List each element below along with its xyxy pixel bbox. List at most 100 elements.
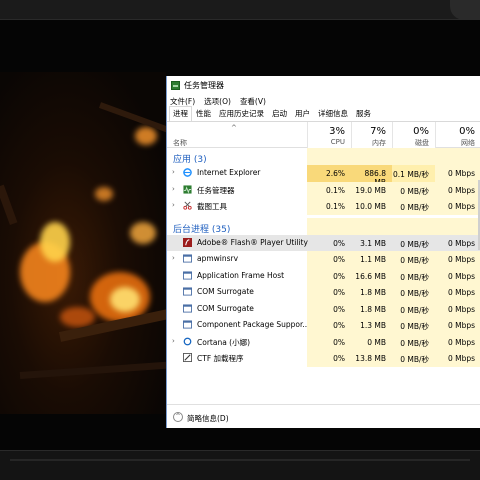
process-row[interactable]: › 任务管理器 0.1% 19.0 MB 0 MB/秒 0 Mbps [167, 181, 480, 198]
process-row[interactable]: Application Frame Host 0% 16.6 MB 0 MB/秒 0 M… [167, 267, 480, 284]
group-header-apps[interactable]: 应用 (3) [167, 148, 480, 165]
footer-bar: ^ 简略信息(D) [167, 404, 480, 428]
memory-value: 10.0 MB [351, 198, 392, 215]
column-name-label: 名称 [173, 139, 187, 147]
tab-app-history[interactable]: 应用历史记录 [215, 106, 268, 121]
window-icon [183, 303, 192, 313]
group-header-background[interactable]: 后台进程 (35) [167, 217, 480, 235]
disk-label: 磁盘 [415, 139, 429, 147]
process-row[interactable]: › 截图工具 0.1% 10.0 MB 0 MB/秒 0 Mbps [167, 198, 480, 215]
menu-view[interactable]: 查看(V) [240, 96, 266, 107]
tab-users[interactable]: 用户 [291, 106, 314, 121]
process-row[interactable]: COM Surrogate 0% 1.8 MB 0 MB/秒 0 Mbps [167, 300, 480, 317]
scissors-icon [183, 201, 192, 210]
menu-options[interactable]: 选项(O) [204, 96, 231, 107]
task-manager-icon [171, 80, 180, 90]
process-name: Application Frame Host [197, 270, 285, 280]
process-name: Adobe® Flash® Player Utility [197, 237, 308, 247]
service-icon [183, 254, 192, 263]
memory-value: 1.1 MB [351, 251, 392, 268]
column-memory[interactable]: 7% 内存 [351, 122, 392, 148]
process-name: COM Surrogate [197, 303, 254, 313]
process-row[interactable]: › apmwinsrv 0% 1.1 MB 0 MB/秒 0 Mbps [167, 251, 480, 268]
cpu-total: 3% [329, 126, 345, 137]
process-row[interactable]: CTF 加载程序 0% 13.8 MB 0 MB/秒 0 Mbps [167, 350, 480, 367]
disk-total: 0% [413, 126, 429, 137]
process-row[interactable]: COM Surrogate 0% 1.8 MB 0 MB/秒 0 Mbps [167, 284, 480, 301]
cpu-value: 2.6% [307, 165, 351, 182]
expand-chevron-icon[interactable]: › [172, 168, 175, 176]
memory-label: 内存 [372, 139, 386, 147]
process-name: Component Package Suppor... [197, 320, 310, 329]
disk-value: 0 MB/秒 [392, 333, 435, 350]
group-label: 后台进程 (35) [173, 224, 231, 235]
tab-services[interactable]: 服务 [352, 106, 375, 121]
group-label: 应用 (3) [173, 155, 207, 165]
network-value: 0 Mbps [435, 333, 480, 350]
task-manager-window: 任务管理器 文件(F) 选项(O) 查看(V) 进程 性能 应用历史记录 启动 … [166, 76, 480, 428]
window-icon [183, 287, 192, 296]
cpu-value: 0% [307, 267, 351, 284]
process-row[interactable]: › Internet Explorer 2.6%886.8 MB0.1 MB/秒0 … [167, 165, 480, 187]
network-label: 网络 [461, 139, 475, 147]
disk-value: 0 MB/秒 [400, 239, 429, 249]
ie-icon [183, 168, 192, 177]
network-total: 0% [459, 126, 475, 137]
process-name: 任务管理器 [197, 185, 235, 195]
process-name: Cortana (小娜) [197, 337, 251, 347]
process-row[interactable]: Adobe® Flash® Player Utility 0% 3.1 MB 0 MB… [167, 234, 480, 251]
process-row[interactable]: › Cortana (小娜) 0% 0 MB 0 MB/秒 0 Mbps [167, 333, 480, 350]
process-row[interactable]: Component Package Suppor... 0% 1.3 MB 0 MB/… [167, 317, 480, 334]
expand-chevron-icon[interactable]: › [172, 337, 175, 345]
disk-value: 0 MB/秒 [392, 317, 435, 334]
window-icon [183, 270, 192, 280]
column-header: ^ 名称 3% CPU 7% 内存 0% 磁盘 0% 网络 [167, 122, 480, 148]
task-manager-icon [183, 184, 192, 194]
group-heat-fill [307, 217, 480, 235]
window-icon [183, 320, 192, 329]
network-value: 0 Mbps [435, 300, 480, 317]
column-disk[interactable]: 0% 磁盘 [392, 122, 435, 148]
network-value: 0 Mbps [435, 198, 480, 215]
column-network[interactable]: 0% 网络 [435, 122, 480, 148]
memory-value: 19.0 MB [351, 181, 392, 198]
group-heat-fill [307, 148, 480, 165]
tab-startup[interactable]: 启动 [268, 106, 291, 121]
expand-chevron-icon[interactable]: › [172, 254, 175, 262]
tab-performance[interactable]: 性能 [192, 106, 215, 121]
cpu-value: 0.1% [307, 198, 351, 215]
memory-value: 1.8 MB [351, 300, 392, 317]
tab-processes[interactable]: 进程 [169, 106, 192, 121]
disk-value: 0 MB/秒 [392, 198, 435, 215]
bottom-bezel [0, 450, 480, 480]
column-cpu[interactable]: 3% CPU [307, 122, 351, 148]
column-name[interactable]: ^ 名称 [167, 122, 307, 148]
disk-value: 0 MB/秒 [392, 267, 435, 284]
chevron-up-icon[interactable]: ^ [173, 412, 183, 422]
process-name: 截图工具 [197, 202, 227, 211]
menu-file[interactable]: 文件(F) [170, 96, 195, 107]
network-value: 0 Mbps [435, 350, 480, 367]
memory-value: 16.6 MB [351, 267, 392, 284]
fewer-details-link[interactable]: 简略信息(D) [187, 413, 229, 424]
disk-value: 0 MB/秒 [392, 284, 435, 301]
cpu-value: 0% [307, 300, 351, 317]
network-value: 0 Mbps [447, 238, 475, 248]
disk-value: 0.1 MB/秒 [392, 165, 435, 182]
tab-details[interactable]: 详细信息 [314, 106, 352, 121]
flash-icon [183, 237, 192, 247]
ctf-icon [183, 353, 192, 362]
device-frame: 任务管理器 文件(F) 选项(O) 查看(V) 进程 性能 应用历史记录 启动 … [0, 0, 480, 480]
disk-value: 0 MB/秒 [392, 181, 435, 198]
cpu-value: 0% [307, 350, 351, 367]
process-name: apmwinsrv [197, 254, 239, 263]
cortana-icon [183, 337, 192, 346]
expand-chevron-icon[interactable]: › [172, 201, 175, 209]
disk-value: 0 MB/秒 [392, 350, 435, 367]
expand-chevron-icon[interactable]: › [172, 185, 175, 193]
disk-value: 0 MB/秒 [392, 251, 435, 268]
cpu-value: 0% [333, 238, 345, 248]
network-value: 0 Mbps [435, 317, 480, 334]
memory-value: 1.3 MB [351, 317, 392, 334]
window-title: 任务管理器 [184, 80, 224, 90]
